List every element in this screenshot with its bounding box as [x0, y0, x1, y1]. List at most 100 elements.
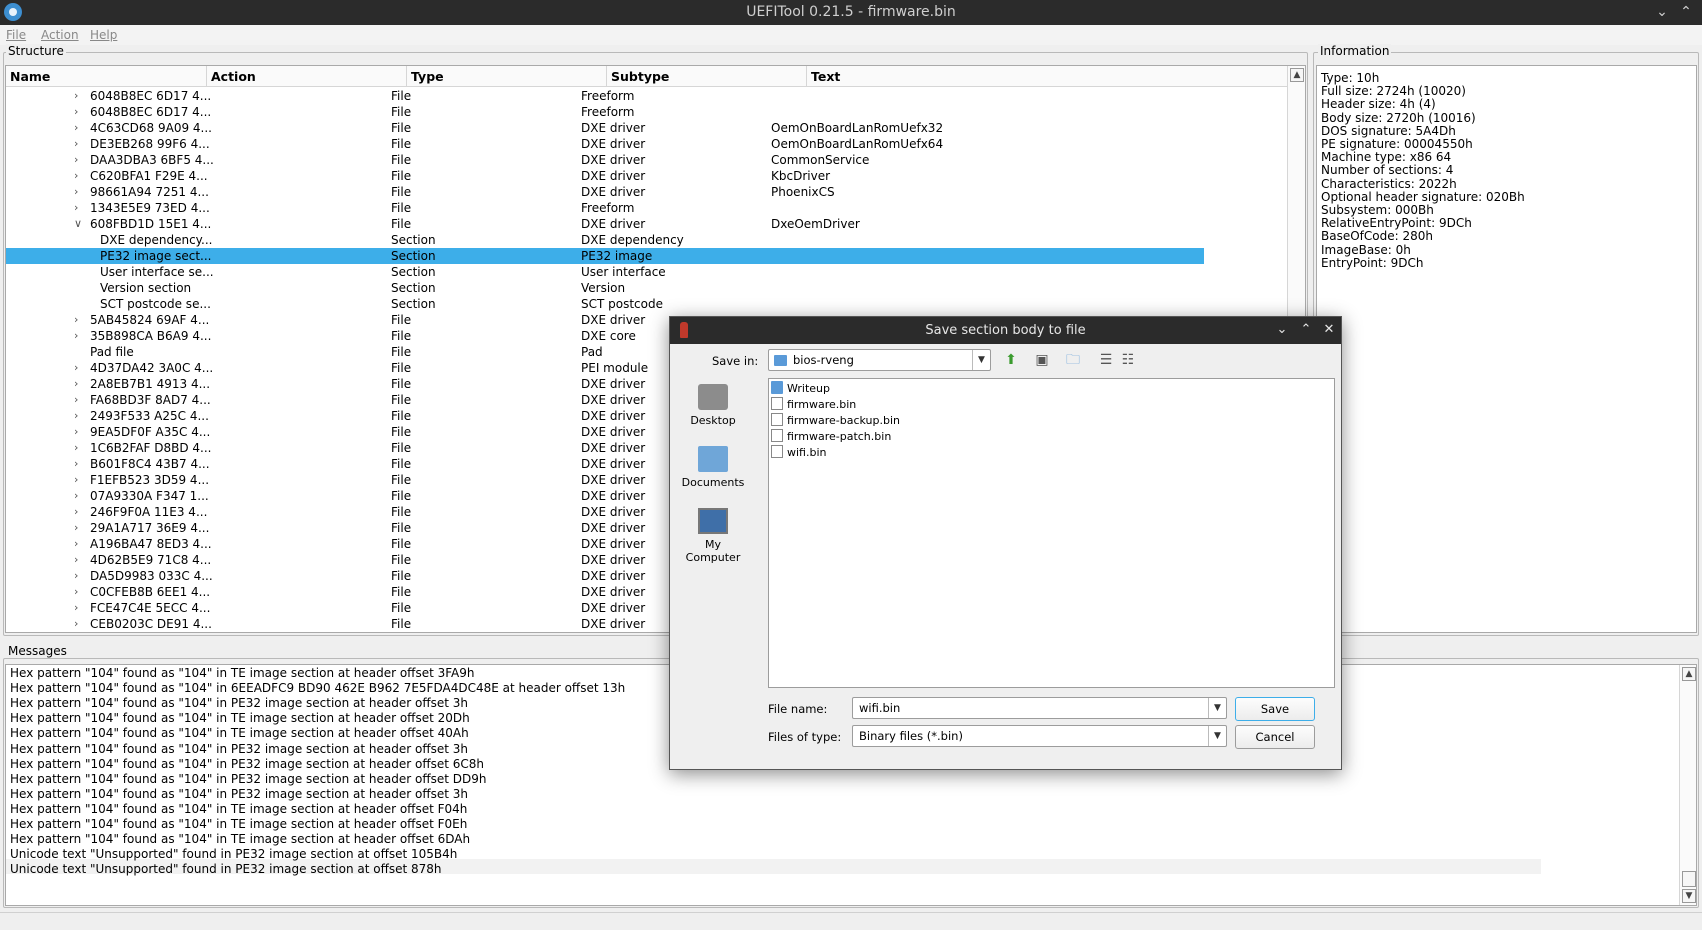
- messages-scroll-down-icon[interactable]: ▼: [1682, 889, 1696, 903]
- message-line[interactable]: Hex pattern "104" found as "104" in 6EEA…: [10, 681, 625, 696]
- place-documents[interactable]: Documents: [678, 446, 748, 489]
- collapsed-arrow-icon[interactable]: ›: [74, 488, 78, 504]
- collapsed-arrow-icon[interactable]: ›: [74, 536, 78, 552]
- place-desktop[interactable]: Desktop: [678, 384, 748, 427]
- dialog-close-icon[interactable]: ✕: [1320, 321, 1338, 339]
- collapsed-arrow-icon[interactable]: ›: [74, 88, 78, 104]
- tree-cell-type: File: [391, 585, 412, 599]
- collapsed-arrow-icon[interactable]: ›: [74, 584, 78, 600]
- messages-scroll-thumb[interactable]: [1682, 871, 1696, 887]
- menu-file[interactable]: File: [6, 28, 26, 42]
- collapsed-arrow-icon[interactable]: ›: [74, 520, 78, 536]
- file-name-input[interactable]: wifi.bin ▼: [852, 697, 1227, 719]
- expanded-arrow-icon[interactable]: ∨: [74, 216, 82, 232]
- tree-row[interactable]: › 4C63CD68 9A09 4... File DXE driver OemOnBo…: [6, 120, 1204, 136]
- dialog-maximize-icon[interactable]: ⌃: [1297, 321, 1315, 339]
- list-view-icon[interactable]: ☰: [1096, 350, 1116, 370]
- message-line[interactable]: Hex pattern "104" found as "104" in TE i…: [10, 802, 467, 817]
- tree-row[interactable]: DXE dependency... Section DXE dependency: [6, 232, 1204, 248]
- tree-row[interactable]: User interface se... Section User interfac…: [6, 264, 1204, 280]
- menu-help[interactable]: Help: [90, 28, 117, 42]
- message-line[interactable]: Hex pattern "104" found as "104" in TE i…: [10, 726, 469, 741]
- file-list[interactable]: Writeup firmware.bin firmware-backup.bin fi…: [768, 378, 1335, 688]
- dialog-minimize-icon[interactable]: ⌄: [1273, 321, 1291, 339]
- file-item[interactable]: firmware.bin: [771, 397, 856, 413]
- collapsed-arrow-icon[interactable]: ›: [74, 360, 78, 376]
- files-of-type-combo[interactable]: Binary files (*.bin) ▼: [852, 725, 1227, 747]
- file-item[interactable]: wifi.bin: [771, 445, 827, 461]
- column-header-name[interactable]: Name: [6, 66, 207, 87]
- tree-row[interactable]: › 6048B8EC 6D17 4... File Freeform: [6, 88, 1204, 104]
- collapsed-arrow-icon[interactable]: ›: [74, 392, 78, 408]
- tree-row[interactable]: Version section Section Version: [6, 280, 1204, 296]
- collapsed-arrow-icon[interactable]: ›: [74, 152, 78, 168]
- tree-row[interactable]: › DAA3DBA3 6BF5 4... File DXE driver CommonS…: [6, 152, 1204, 168]
- collapsed-arrow-icon[interactable]: ›: [74, 408, 78, 424]
- message-line[interactable]: Unicode text "Unsupported" found in PE32…: [10, 862, 442, 877]
- collapsed-arrow-icon[interactable]: ›: [74, 424, 78, 440]
- detail-view-icon[interactable]: ☷: [1118, 350, 1138, 370]
- tree-row[interactable]: SCT postcode se... Section SCT postcode: [6, 296, 1204, 312]
- message-line[interactable]: Hex pattern "104" found as "104" in PE32…: [10, 757, 484, 772]
- collapsed-arrow-icon[interactable]: ›: [74, 552, 78, 568]
- files-of-type-chevron-icon[interactable]: ▼: [1208, 726, 1226, 746]
- new-folder-icon[interactable]: 🗀: [1063, 350, 1083, 370]
- tree-cell-type: File: [391, 537, 412, 551]
- collapsed-arrow-icon[interactable]: ›: [74, 312, 78, 328]
- tree-cell-name: 35B898CA B6A9 4...: [90, 329, 212, 343]
- menu-action[interactable]: Action: [41, 28, 79, 42]
- tree-row[interactable]: › C620BFA1 F29E 4... File DXE driver KbcDriv…: [6, 168, 1204, 184]
- collapsed-arrow-icon[interactable]: ›: [74, 184, 78, 200]
- messages-scroll-up-icon[interactable]: ▲: [1682, 667, 1696, 681]
- tree-cell-type: File: [391, 553, 412, 567]
- message-line[interactable]: Hex pattern "104" found as "104" in PE32…: [10, 772, 487, 787]
- message-line[interactable]: Hex pattern "104" found as "104" in TE i…: [10, 711, 470, 726]
- collapsed-arrow-icon[interactable]: ›: [74, 616, 78, 632]
- collapsed-arrow-icon[interactable]: ›: [74, 600, 78, 616]
- file-item[interactable]: Writeup: [771, 381, 830, 397]
- desktop-nav-icon[interactable]: ▣: [1032, 350, 1052, 370]
- collapsed-arrow-icon[interactable]: ›: [74, 472, 78, 488]
- collapsed-arrow-icon[interactable]: ›: [74, 120, 78, 136]
- up-folder-icon[interactable]: ⬆: [1001, 350, 1021, 370]
- message-line[interactable]: Hex pattern "104" found as "104" in TE i…: [10, 666, 474, 681]
- collapsed-arrow-icon[interactable]: ›: [74, 504, 78, 520]
- collapsed-arrow-icon[interactable]: ›: [74, 568, 78, 584]
- minimize-icon[interactable]: ⌄: [1652, 2, 1672, 22]
- save-button[interactable]: Save: [1235, 697, 1315, 721]
- column-header-action[interactable]: Action: [207, 66, 407, 87]
- message-line[interactable]: Unicode text "Unsupported" found in PE32…: [10, 847, 457, 862]
- cancel-button[interactable]: Cancel: [1235, 725, 1315, 749]
- collapsed-arrow-icon[interactable]: ›: [74, 104, 78, 120]
- messages-scrollbar[interactable]: ▲ ▼: [1679, 665, 1696, 905]
- tree-row[interactable]: › 98661A94 7251 4... File DXE driver Phoenix…: [6, 184, 1204, 200]
- tree-row[interactable]: › 1343E5E9 73ED 4... File Freeform: [6, 200, 1204, 216]
- message-line[interactable]: Hex pattern "104" found as "104" in PE32…: [10, 742, 468, 757]
- message-line[interactable]: Hex pattern "104" found as "104" in PE32…: [10, 696, 468, 711]
- collapsed-arrow-icon[interactable]: ›: [74, 440, 78, 456]
- column-header-subtype[interactable]: Subtype: [607, 66, 807, 87]
- place-my-computer[interactable]: My Computer: [678, 508, 748, 564]
- scroll-up-icon[interactable]: ▲: [1290, 68, 1304, 82]
- tree-row[interactable]: ∨ 608FBD1D 15E1 4... File DXE driver DxeOemD…: [6, 216, 1204, 232]
- file-item[interactable]: firmware-patch.bin: [771, 429, 891, 445]
- tree-row[interactable]: PE32 image sect... Section PE32 image: [6, 248, 1204, 264]
- collapsed-arrow-icon[interactable]: ›: [74, 328, 78, 344]
- column-header-text[interactable]: Text: [807, 66, 1288, 87]
- collapsed-arrow-icon[interactable]: ›: [74, 168, 78, 184]
- collapsed-arrow-icon[interactable]: ›: [74, 136, 78, 152]
- save-in-combo[interactable]: bios-rveng ▼: [768, 349, 991, 371]
- collapsed-arrow-icon[interactable]: ›: [74, 376, 78, 392]
- column-header-type[interactable]: Type: [407, 66, 607, 87]
- message-line[interactable]: Hex pattern "104" found as "104" in PE32…: [10, 787, 468, 802]
- collapsed-arrow-icon[interactable]: ›: [74, 200, 78, 216]
- tree-row[interactable]: › 6048B8EC 6D17 4... File Freeform: [6, 104, 1204, 120]
- tree-row[interactable]: › DE3EB268 99F6 4... File DXE driver OemOnBo…: [6, 136, 1204, 152]
- message-line[interactable]: Hex pattern "104" found as "104" in TE i…: [10, 832, 470, 847]
- file-name-chevron-icon[interactable]: ▼: [1208, 698, 1226, 718]
- chevron-down-icon[interactable]: ▼: [972, 350, 990, 370]
- maximize-icon[interactable]: ⌃: [1676, 2, 1696, 22]
- file-item[interactable]: firmware-backup.bin: [771, 413, 900, 429]
- collapsed-arrow-icon[interactable]: ›: [74, 456, 78, 472]
- message-line[interactable]: Hex pattern "104" found as "104" in TE i…: [10, 817, 467, 832]
